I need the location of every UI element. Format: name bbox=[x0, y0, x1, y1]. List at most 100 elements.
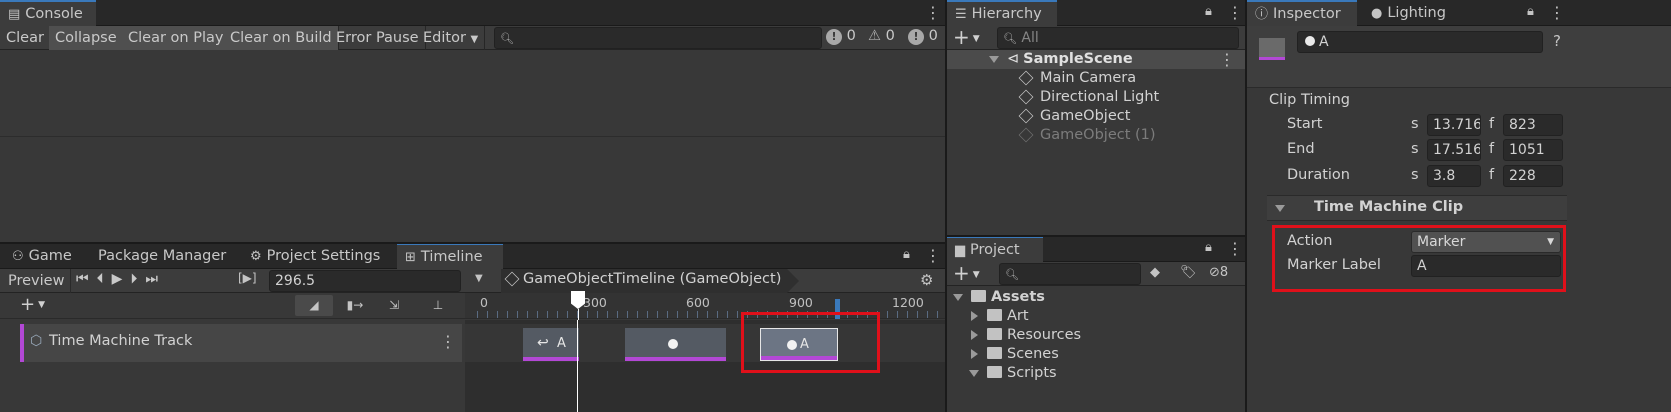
lock-icon[interactable]: 🔒︎ bbox=[1205, 240, 1212, 255]
lock-icon[interactable]: 🔒︎ bbox=[1205, 4, 1212, 19]
project-search-input[interactable]: 🔍︎ bbox=[999, 263, 1141, 285]
track-toolbar: + ▼ ◢ ▮→ ⇲ ⊥ bbox=[0, 293, 465, 319]
project-folder[interactable]: Scenes bbox=[947, 345, 1245, 364]
end-frames-field[interactable]: 1051 bbox=[1503, 139, 1563, 161]
panel-divider[interactable] bbox=[945, 0, 947, 412]
timeline-settings-icon[interactable]: ⚙ bbox=[920, 271, 933, 289]
frames-unit-label: f bbox=[1489, 141, 1495, 157]
track-menu-icon[interactable]: ⋮ bbox=[440, 332, 456, 351]
tab-game[interactable]: ⚇ Game bbox=[4, 243, 80, 269]
lock-icon[interactable]: 🔒︎ bbox=[1527, 4, 1534, 19]
replace-mode-icon[interactable]: ⇲ bbox=[377, 295, 411, 316]
duration-seconds-field[interactable]: 3.8 bbox=[1427, 165, 1481, 187]
track-header[interactable]: ⬡ Time Machine Track ⋮ bbox=[20, 324, 462, 362]
ruler-label: 600 bbox=[686, 295, 710, 310]
collapse-arrow-icon[interactable] bbox=[971, 311, 978, 321]
console-search-input[interactable]: 🔍︎ bbox=[494, 27, 822, 49]
expand-arrow-icon[interactable] bbox=[989, 55, 999, 63]
timeline-menu-icon[interactable]: ⋮ bbox=[925, 246, 941, 265]
ruler-label: 900 bbox=[789, 295, 813, 310]
end-label: End bbox=[1287, 141, 1315, 157]
hierarchy-item[interactable]: GameObject bbox=[947, 107, 1245, 126]
add-track-button[interactable]: + ▼ bbox=[20, 294, 58, 316]
end-seconds-field[interactable]: 17.516 bbox=[1427, 139, 1481, 161]
console-menu-icon[interactable]: ⋮ bbox=[925, 3, 941, 22]
clear-button[interactable]: Clear bbox=[0, 26, 51, 50]
warning-count-toggle[interactable]: ⚠ 0 bbox=[868, 28, 895, 44]
clip[interactable]: ↩ A bbox=[523, 328, 579, 361]
search-icon: 🔍︎ bbox=[1003, 32, 1017, 45]
warning-icon: ⚠ bbox=[868, 28, 881, 44]
inspector-menu-icon[interactable]: ⋮ bbox=[1549, 3, 1565, 22]
tab-timeline[interactable]: ⊞ Timeline bbox=[397, 243, 503, 269]
clear-on-play-button[interactable]: Clear on Play bbox=[122, 26, 231, 50]
go-to-start-icon[interactable]: ⏮ bbox=[76, 271, 97, 287]
go-to-end-icon[interactable]: ⏭ bbox=[145, 271, 166, 287]
hierarchy-item[interactable]: Main Camera bbox=[947, 69, 1245, 88]
gameobject-icon bbox=[1018, 89, 1034, 105]
create-button[interactable]: + ▼ bbox=[953, 26, 980, 50]
project-toolbar: + ▼ 🔍︎ ◆ 🏷︎ ⊘8 bbox=[947, 262, 1245, 286]
panel-divider[interactable] bbox=[0, 242, 945, 244]
lock-icon[interactable]: 🔒︎ bbox=[903, 247, 910, 262]
filter-by-label-icon[interactable]: 🏷︎ bbox=[1180, 265, 1197, 280]
project-folder[interactable]: Resources bbox=[947, 326, 1245, 345]
collapse-arrow-icon[interactable] bbox=[971, 330, 978, 340]
hierarchy-search-input[interactable]: 🔍︎ All bbox=[997, 27, 1239, 49]
help-icon[interactable]: ? bbox=[1553, 32, 1561, 50]
hierarchy-item-disabled[interactable]: GameObject (1) bbox=[947, 126, 1245, 145]
tab-package-manager[interactable]: Package Manager bbox=[90, 243, 234, 269]
scene-menu-icon[interactable]: ⋮ bbox=[1219, 50, 1235, 69]
tab-console[interactable]: ▤ Console bbox=[0, 0, 96, 26]
tab-project-settings[interactable]: ⚙ Project Settings bbox=[242, 243, 388, 269]
pin-icon[interactable]: ⊥ bbox=[428, 295, 448, 316]
play-icon[interactable]: ▶ bbox=[112, 271, 131, 287]
editor-dropdown[interactable]: Editor ▼ bbox=[417, 26, 486, 50]
frame-input[interactable]: 296.5 bbox=[269, 270, 461, 292]
expand-arrow-icon[interactable] bbox=[1275, 205, 1285, 212]
hierarchy-item[interactable]: Directional Light bbox=[947, 88, 1245, 107]
object-name-field[interactable]: A bbox=[1297, 31, 1543, 53]
tab-inspector[interactable]: ⓘ Inspector bbox=[1247, 0, 1357, 26]
clip-edit-mode-icon[interactable]: ◢ bbox=[295, 295, 333, 316]
dropdown-arrow-icon: ▼ bbox=[972, 33, 980, 44]
expand-arrow-icon[interactable] bbox=[969, 369, 979, 377]
start-seconds-field[interactable]: 13.716 bbox=[1427, 114, 1481, 136]
previous-frame-icon[interactable]: ⏴ bbox=[97, 271, 112, 287]
filter-by-type-icon[interactable]: ◆ bbox=[1150, 265, 1160, 280]
panel-divider[interactable] bbox=[1245, 0, 1247, 412]
clip[interactable] bbox=[625, 328, 726, 361]
collapse-button[interactable]: Collapse bbox=[49, 26, 124, 50]
expand-arrow-icon[interactable] bbox=[953, 293, 963, 301]
clear-on-build-button[interactable]: Clear on Build bbox=[224, 26, 339, 50]
error-pause-button[interactable]: Error Pause bbox=[330, 26, 426, 50]
dropdown-arrow-icon: ▼ bbox=[38, 300, 46, 310]
scene-row[interactable]: ⊲ SampleScene ⋮ bbox=[947, 50, 1245, 69]
next-frame-icon[interactable]: ⏵ bbox=[130, 271, 145, 287]
play-range-icon[interactable]: [▶] bbox=[238, 271, 257, 285]
duration-frames-field[interactable]: 228 bbox=[1503, 165, 1563, 187]
hidden-packages-toggle[interactable]: ⊘8 bbox=[1209, 265, 1228, 280]
project-folder[interactable]: Assets bbox=[947, 288, 1245, 307]
log-count-toggle[interactable]: ! 0 bbox=[826, 28, 856, 45]
console-panel: ▤ Console ⋮ Clear Collapse Clear on Play … bbox=[0, 0, 945, 243]
project-menu-icon[interactable]: ⋮ bbox=[1227, 239, 1243, 258]
create-asset-button[interactable]: + ▼ bbox=[953, 262, 980, 286]
start-frames-field[interactable]: 823 bbox=[1503, 114, 1563, 136]
tab-project[interactable]: ▆ Project bbox=[947, 236, 1043, 262]
highlight-box bbox=[1272, 225, 1566, 292]
panel-divider[interactable] bbox=[947, 235, 1245, 237]
collapse-arrow-icon[interactable] bbox=[971, 349, 978, 359]
tab-lighting[interactable]: ● Lighting bbox=[1363, 0, 1454, 26]
project-folder[interactable]: Art bbox=[947, 307, 1245, 326]
preview-button[interactable]: Preview bbox=[2, 269, 72, 293]
tab-hierarchy[interactable]: ☰ Hierarchy bbox=[947, 0, 1057, 26]
ripple-mode-icon[interactable]: ▮→ bbox=[340, 295, 370, 316]
project-folder[interactable]: Scripts bbox=[947, 364, 1245, 383]
dropdown-arrow-icon: ▼ bbox=[972, 269, 980, 280]
playback-controls: ⏮⏴▶⏵⏭ bbox=[76, 271, 166, 287]
binding-dropdown-icon[interactable]: ▼ bbox=[475, 273, 483, 284]
hierarchy-menu-icon[interactable]: ⋮ bbox=[1227, 3, 1243, 22]
error-count-toggle[interactable]: ! 0 bbox=[908, 28, 938, 45]
section-header[interactable]: Time Machine Clip bbox=[1267, 195, 1567, 221]
